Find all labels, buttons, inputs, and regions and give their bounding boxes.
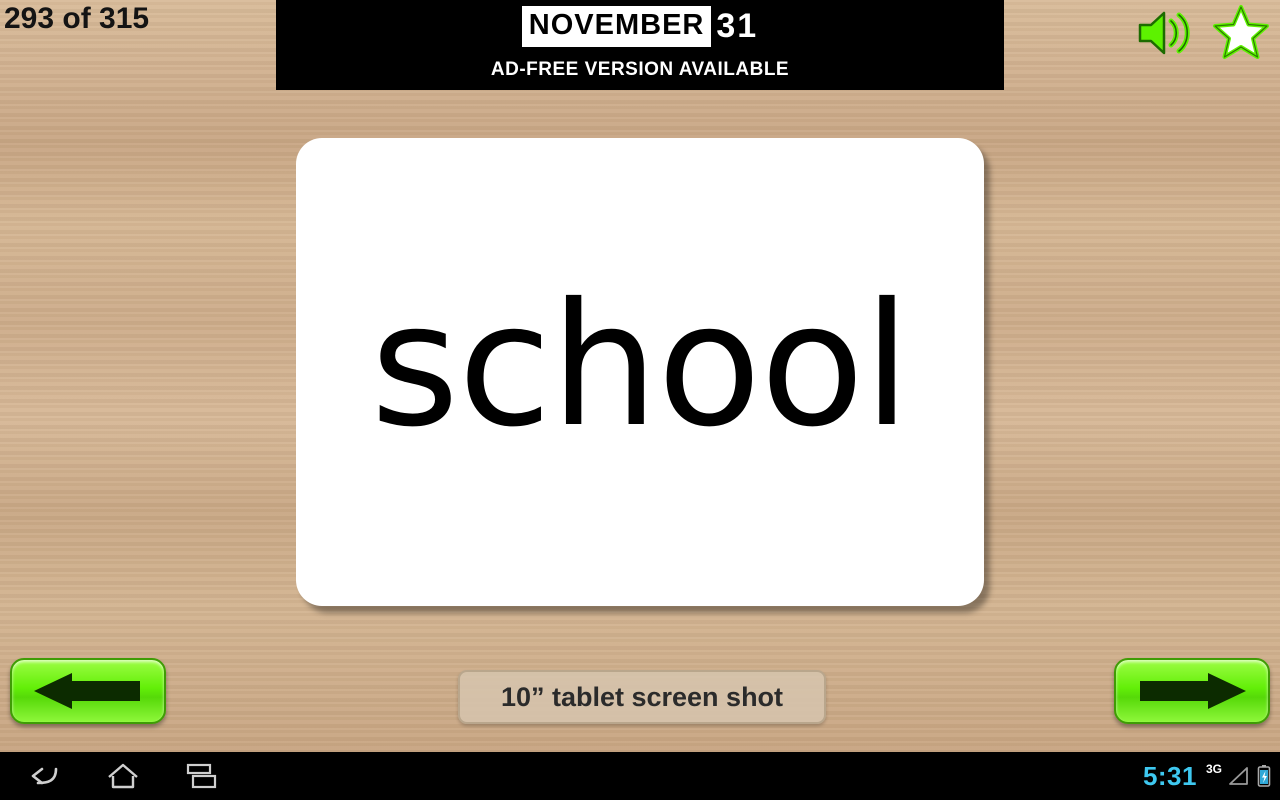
right-arrow-icon	[1140, 673, 1246, 709]
caption-banner: 10” tablet screen shot	[458, 670, 826, 724]
network-type-label: 3G	[1205, 762, 1222, 776]
left-arrow-icon	[34, 673, 140, 709]
ad-title: NOVEMBER 31	[276, 6, 1004, 47]
previous-card-button[interactable]	[10, 658, 166, 724]
ad-subtitle: AD-FREE VERSION AVAILABLE	[490, 59, 790, 80]
flashcard-word: school	[370, 267, 910, 465]
speaker-sound-icon[interactable]	[1134, 6, 1196, 60]
signal-bars-icon	[1229, 767, 1248, 785]
ad-title-number: 31	[716, 7, 759, 45]
recent-apps-icon[interactable]	[172, 752, 234, 800]
battery-charging-icon	[1257, 765, 1271, 787]
star-favorite-icon[interactable]	[1212, 4, 1270, 60]
ad-banner[interactable]: NOVEMBER 31 AD-FREE VERSION AVAILABLE	[276, 0, 1004, 90]
next-card-button[interactable]	[1114, 658, 1270, 724]
home-icon[interactable]	[92, 752, 154, 800]
flashcard-app-screen: 293 of 315 NOVEMBER 31 AD-FREE VERSION AV…	[0, 0, 1280, 800]
status-clock: 5:31	[1142, 760, 1197, 791]
android-system-bar: 5:31 3G	[0, 752, 1280, 800]
card-counter: 293 of 315	[4, 2, 150, 35]
back-arrow-icon[interactable]	[12, 752, 74, 800]
flashcard[interactable]: school	[296, 138, 984, 606]
caption-text: 10” tablet screen shot	[500, 681, 784, 712]
ad-title-month: NOVEMBER	[521, 6, 712, 47]
status-indicators: 5:31 3G	[1143, 752, 1272, 800]
